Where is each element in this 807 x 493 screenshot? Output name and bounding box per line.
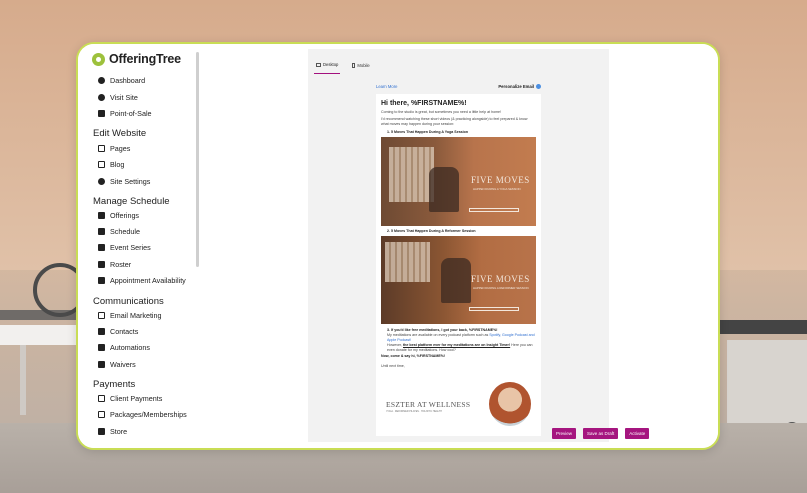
- phone-icon: [352, 62, 356, 68]
- section-manage-schedule: Manage Schedule: [93, 196, 170, 207]
- section-communications: Communications: [93, 296, 164, 307]
- store-icon: [98, 428, 105, 435]
- sidebar-item-offerings[interactable]: Offerings: [98, 211, 139, 220]
- save-draft-button[interactable]: Save as Draft: [583, 428, 619, 439]
- globe-icon: [98, 94, 105, 101]
- sidebar-item-contacts[interactable]: Contacts: [98, 327, 138, 336]
- package-icon: [98, 411, 105, 418]
- email-closing: Now, come & say hi, %FIRSTNAME%!: [381, 354, 446, 358]
- sidebar-item-packages-memberships[interactable]: Packages/Memberships: [98, 410, 187, 419]
- thumbnail-play-bar-2: [469, 307, 519, 311]
- document-icon: [98, 361, 105, 368]
- blog-icon: [98, 161, 105, 168]
- email-item-1[interactable]: 1. 5 Moves That Happen During A Yoga Ses…: [387, 130, 536, 134]
- envelope-icon: [98, 312, 105, 319]
- preview-button[interactable]: Preview: [552, 428, 577, 439]
- people-icon: [98, 277, 105, 284]
- wand-icon: [98, 344, 105, 351]
- email-greeting: Hi there, %FIRSTNAME%!: [381, 100, 467, 107]
- thumbnail-play-bar: [469, 208, 519, 212]
- activate-button[interactable]: Activate: [625, 428, 650, 439]
- roster-icon: [98, 261, 105, 268]
- personalize-email-button[interactable]: Personalize Email: [498, 84, 541, 89]
- offeringtree-logo-icon: [92, 52, 105, 66]
- tab-mobile[interactable]: Mobile: [350, 59, 371, 74]
- tab-desktop[interactable]: Desktop: [314, 59, 341, 74]
- author-photo: [489, 382, 531, 426]
- logo[interactable]: OfferingTree: [92, 52, 181, 66]
- editor-toolbar: Learn More Personalize Email: [376, 84, 541, 89]
- sidebar-item-event-series[interactable]: Event Series: [98, 243, 151, 252]
- sidebar-item-automations[interactable]: Automations: [98, 343, 150, 352]
- card-icon: [98, 395, 105, 402]
- email-editor: Desktop Mobile Learn More Personalize Em…: [308, 49, 609, 442]
- email-intro-2: I'd recommend watching these short video…: [381, 117, 528, 126]
- sidebar-item-client-payments[interactable]: Client Payments: [98, 394, 162, 403]
- sidebar-item-waivers[interactable]: Waivers: [98, 360, 136, 369]
- email-signature: ESZTER AT WELLNESS YOGA · REFORMER PILAT…: [382, 382, 535, 430]
- sidebar-item-pages[interactable]: Pages: [98, 144, 130, 153]
- sidebar-item-roster[interactable]: Roster: [98, 260, 131, 269]
- yoga-video-thumbnail[interactable]: FIVE MOVES HAPPEN DURING A YOGA SESSION: [381, 137, 536, 226]
- learn-more-link[interactable]: Learn More: [376, 84, 397, 89]
- thumbnail-subtitle: HAPPEN DURING A YOGA SESSION: [473, 187, 521, 191]
- reformer-video-thumbnail[interactable]: FIVE MOVES HAPPEN DURING A REFORMER SESS…: [381, 236, 536, 324]
- email-intro-1: Coming to the studio is great, but somet…: [381, 110, 502, 114]
- sidebar-item-dashboard[interactable]: Dashboard: [98, 76, 145, 85]
- sidebar-item-store[interactable]: Store: [98, 427, 127, 436]
- thumbnail-subtitle-2: HAPPEN DURING A REFORMER SESSION: [473, 286, 529, 290]
- person-icon: [536, 84, 541, 89]
- action-buttons: Preview Save as Draft Activate: [552, 428, 650, 439]
- calendar-icon: [98, 228, 105, 235]
- monitor-icon: [316, 62, 321, 67]
- email-item-3: 3. If you'd like free meditations, I got…: [387, 328, 535, 352]
- main-content: Desktop Mobile Learn More Personalize Em…: [200, 44, 718, 448]
- section-payments: Payments: [93, 379, 136, 390]
- gauge-icon: [98, 77, 105, 84]
- sidebar-item-point-of-sale[interactable]: Point-of-Sale: [98, 109, 152, 118]
- logo-text: OfferingTree: [109, 52, 181, 66]
- list-icon: [98, 244, 105, 251]
- sidebar-item-email-marketing[interactable]: Email Marketing: [98, 311, 162, 320]
- star-icon: [98, 212, 105, 219]
- contacts-icon: [98, 328, 105, 335]
- email-preview: Hi there, %FIRSTNAME%! Coming to the stu…: [376, 94, 541, 436]
- sidebar-item-blog[interactable]: Blog: [98, 160, 124, 169]
- app-window: OfferingTree Dashboard Visit Site Point-…: [76, 42, 720, 450]
- sidebar-scrollbar[interactable]: [196, 52, 199, 267]
- email-item-2[interactable]: 2. 5 Moves That Happen During A Reformer…: [387, 229, 536, 233]
- sidebar: OfferingTree Dashboard Visit Site Point-…: [78, 44, 200, 448]
- gear-icon: [98, 178, 105, 185]
- sidebar-item-site-settings[interactable]: Site Settings: [98, 177, 150, 186]
- brand-tagline: YOGA · REFORMER PILATES · HOLISTIC HEALT…: [386, 410, 442, 413]
- sidebar-item-appointment-availability[interactable]: Appointment Availability: [98, 276, 186, 285]
- section-edit-website: Edit Website: [93, 128, 147, 139]
- pages-icon: [98, 145, 105, 152]
- email-signoff: Until next time,: [381, 364, 405, 368]
- register-icon: [98, 110, 105, 117]
- sidebar-item-schedule[interactable]: Schedule: [98, 227, 140, 236]
- sidebar-item-visit-site[interactable]: Visit Site: [98, 93, 138, 102]
- insight-timer-link[interactable]: the best platform ever for my meditation…: [403, 343, 510, 347]
- thumbnail-title-2: FIVE MOVES: [471, 274, 530, 284]
- thumbnail-title: FIVE MOVES: [471, 175, 530, 185]
- view-tabs: Desktop Mobile: [314, 59, 372, 74]
- brand-logo-text: ESZTER AT WELLNESS: [386, 400, 471, 409]
